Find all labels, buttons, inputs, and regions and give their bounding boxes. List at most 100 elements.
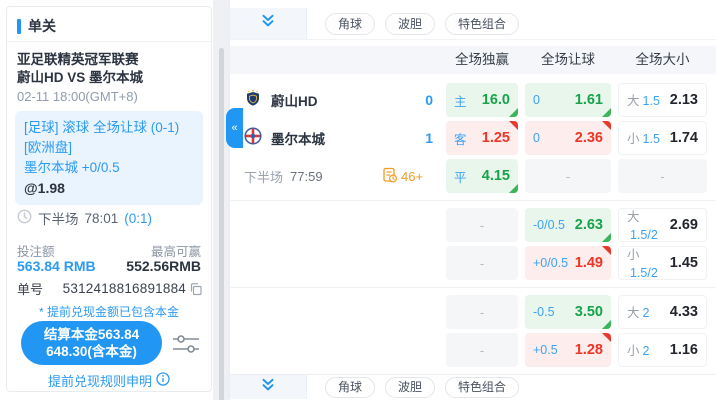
selection-label: 平: [454, 167, 467, 186]
collapse-icon: «: [231, 122, 237, 134]
odds-value: 2.69: [670, 217, 698, 233]
market-pill[interactable]: 波胆: [385, 377, 435, 398]
odds-cell-win[interactable]: 主16.0: [446, 83, 518, 117]
chevron-double-down-icon: [260, 13, 276, 34]
odds-value: 1.45: [670, 255, 698, 271]
odds-row: -+0.51.28小21.16: [230, 331, 716, 369]
market-pill[interactable]: 特色组合: [445, 13, 519, 35]
odds-cell-win[interactable]: 平4.15: [446, 159, 518, 193]
team-score: 1: [408, 119, 433, 157]
ulsan-badge-icon: [244, 89, 262, 112]
cashout-doc-icon: [382, 167, 398, 186]
column-total-label: 全场大小: [618, 46, 707, 74]
matchup-title: 蔚山HD VS 墨尔本城: [17, 66, 203, 86]
odds-cell-empty: -: [446, 333, 518, 367]
total-line-value: 1.5: [643, 94, 660, 108]
odds-row: 墨尔本城1客1.2502.36小1.51.74: [230, 119, 716, 157]
odds-value: 1.28: [575, 342, 603, 358]
odds-up-indicator: [602, 320, 611, 329]
more-markets-count: 46+: [401, 169, 423, 184]
scrollbar-thumb[interactable]: [219, 48, 224, 400]
odds-value: 1.25: [482, 130, 510, 146]
total-line-value: 1.5: [643, 132, 660, 146]
total-line-value: 1.5/2: [630, 266, 658, 280]
cashout-button[interactable]: 结算本金563.84 648.30(含本金): [21, 321, 162, 365]
odds-cell-total[interactable]: 小21.16: [618, 333, 707, 367]
selection-label: 0: [533, 93, 540, 107]
odds-down-indicator: [509, 121, 518, 130]
collapse-panel-tab[interactable]: «: [226, 108, 243, 148]
total-side-line: 小1.5/2: [627, 246, 670, 280]
odds-row: 下半场77:5946+平4.15--: [230, 157, 716, 195]
total-side-label: 小: [627, 132, 640, 146]
odds-value: 1.74: [670, 130, 698, 146]
odds-value: 2.36: [575, 130, 603, 146]
total-side-line: 大1.5: [627, 90, 660, 110]
odds-row: -+0/0.51.49小1.5/21.45: [230, 244, 716, 282]
column-win-label: 全场独赢: [446, 46, 518, 74]
odds-value: 2.63: [575, 217, 603, 233]
team-name: 蔚山HD: [271, 90, 318, 110]
bet-slip-header: 单关: [17, 16, 56, 36]
rules-text: 提前兑现规则申明: [48, 371, 152, 390]
copy-icon[interactable]: [189, 282, 203, 296]
odds-value: 3.50: [575, 304, 603, 320]
melbourne-badge-icon: [244, 127, 262, 150]
odds-value: 1.49: [575, 255, 603, 271]
odds-cell-handicap[interactable]: 01.61: [525, 83, 611, 117]
odds-up-indicator: [509, 184, 518, 193]
total-side-label: 小: [627, 344, 640, 358]
odds-up-indicator: [602, 233, 611, 242]
cashout-rules-link[interactable]: 提前兑现规则申明: [7, 371, 211, 390]
odds-value: 1.16: [670, 342, 698, 358]
odds-value: 2.13: [670, 92, 698, 108]
bet-selection-line: 墨尔本城 +0/0.5: [24, 158, 194, 178]
odds-up-indicator: [602, 108, 611, 117]
fold-section-button[interactable]: [230, 375, 307, 399]
bet-odds: @1.98: [24, 178, 194, 198]
cashout-settings-icon[interactable]: [171, 332, 201, 361]
accent-bar: [17, 19, 21, 34]
total-side-label: 大: [627, 210, 640, 224]
live-period-row: 下半场 77:59: [244, 157, 323, 195]
total-line-value: 1.5/2: [630, 228, 658, 242]
fold-section-button[interactable]: [230, 8, 307, 39]
odds-cell-total[interactable]: 大24.33: [618, 295, 707, 329]
live-period: 下半场: [38, 208, 79, 228]
odds-cell-total[interactable]: 大1.5 2.13: [618, 83, 707, 117]
live-time: 77:59: [290, 169, 323, 184]
odds-cell-win[interactable]: 客 1.25: [446, 121, 518, 155]
ticket-label: 单号: [17, 279, 43, 298]
odds-cell-total[interactable]: 小1.5/21.45: [618, 246, 707, 280]
odds-cell-handicap[interactable]: +0.51.28: [525, 333, 611, 367]
odds-cell-empty: -: [446, 208, 518, 242]
markets-toolbar-bottom: 角球波胆特色组合: [230, 374, 716, 399]
market-pill[interactable]: 波胆: [385, 13, 435, 35]
bet-selection-box: [足球] 滚球 全场让球 (0-1)[欧洲盘] 墨尔本城 +0/0.5 @1.9…: [15, 111, 203, 205]
odds-cell-handicap[interactable]: 02.36: [525, 121, 611, 155]
odds-cell-handicap[interactable]: +0/0.51.49: [525, 246, 611, 280]
odds-panel: 角球波胆特色组合 全场独赢 全场让球 全场大小 蔚山HD0主16.001.61大…: [229, 0, 716, 400]
odds-cell-handicap[interactable]: -0.5 3.50: [525, 295, 611, 329]
odds-cell-empty: -: [446, 295, 518, 329]
clock-icon: [17, 209, 32, 227]
odds-group: --0/0.52.63大1.5/22.69-+0/0.51.49小1.5/21.…: [230, 200, 716, 287]
selection-label: 客: [454, 129, 467, 148]
odds-row: --0/0.52.63 大 1.5/2 2.69: [230, 206, 716, 244]
team-score: 0: [408, 81, 433, 119]
odds-row: - -0.5 3.50 大24.33: [230, 293, 716, 331]
live-period: 下半场: [244, 167, 283, 186]
odds-cell-empty: -: [618, 159, 707, 193]
cashout-line2: 648.30(含本金): [21, 343, 162, 360]
market-pill[interactable]: 特色组合: [445, 377, 519, 398]
more-markets-badge[interactable]: 46+: [382, 157, 423, 195]
odds-cell-total[interactable]: 小1.5 1.74: [618, 121, 707, 155]
markets-toolbar-top: 角球波胆特色组合: [230, 8, 716, 40]
max-win-value: 552.56RMB: [126, 258, 201, 274]
odds-cell-total[interactable]: 大 1.5/2 2.69: [618, 208, 707, 242]
odds-up-indicator: [509, 108, 518, 117]
market-pill[interactable]: 角球: [325, 377, 375, 398]
selection-label: -0.5: [533, 305, 555, 319]
odds-cell-handicap[interactable]: -0/0.52.63: [525, 208, 611, 242]
market-pill[interactable]: 角球: [325, 13, 375, 35]
